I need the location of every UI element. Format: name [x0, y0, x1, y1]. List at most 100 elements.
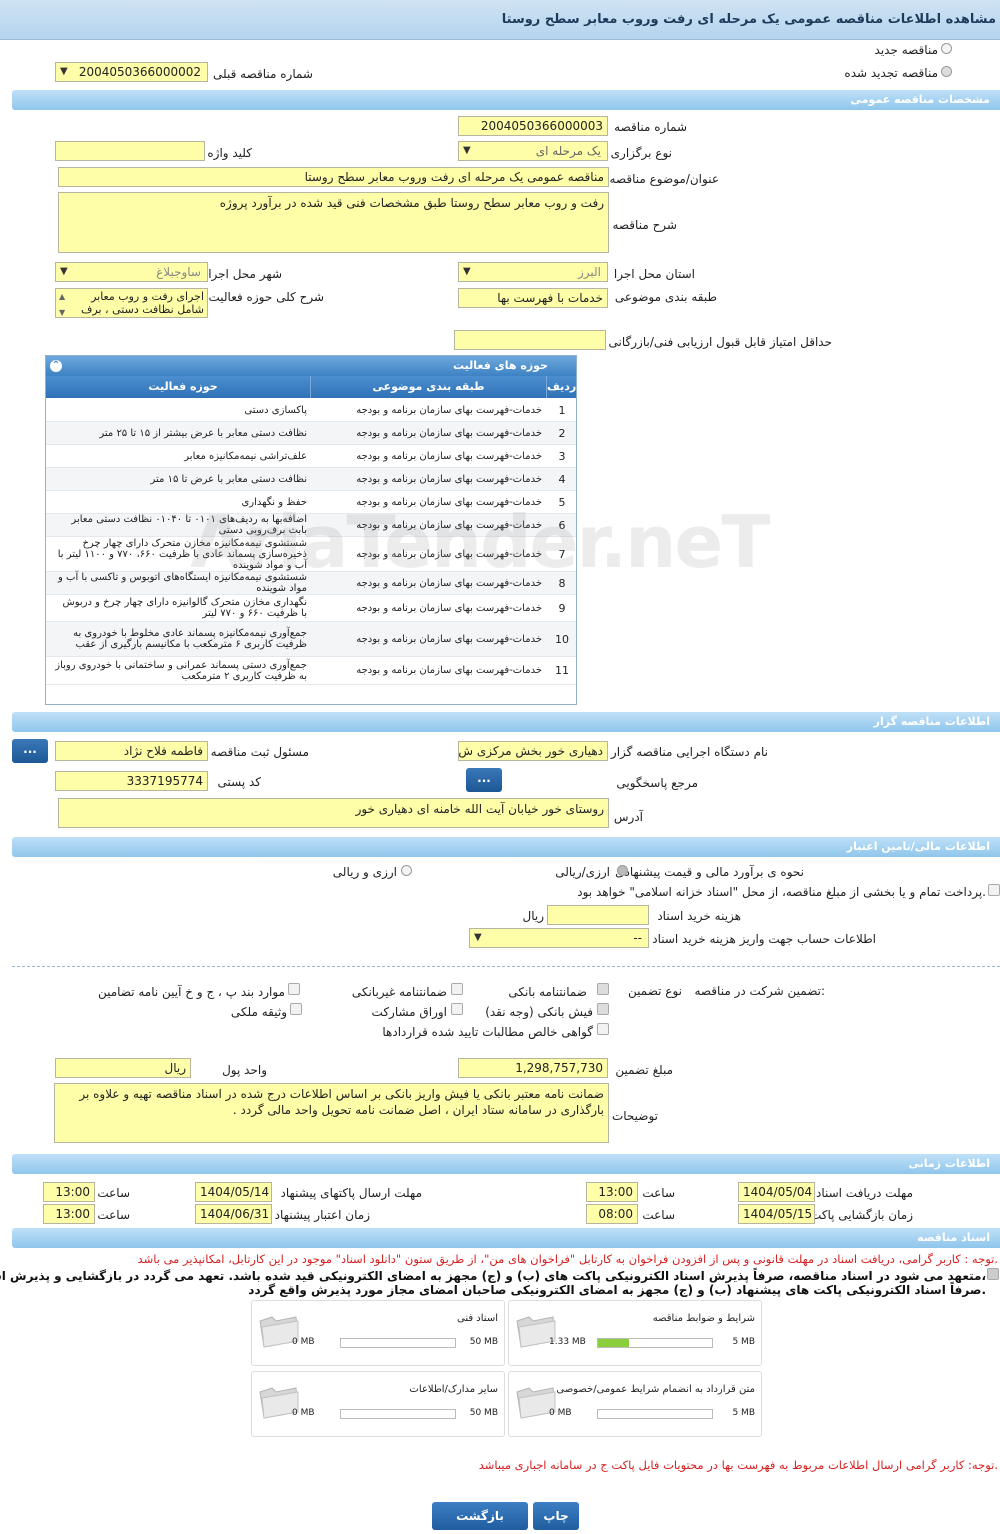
- table-row[interactable]: 10 خدمات-فهرست بهای سازمان برنامه و بودجه…: [46, 622, 576, 657]
- row-category: خدمات-فهرست بهای سازمان برنامه و بودجه: [356, 633, 542, 645]
- notes-label: توضیحات: [611, 1109, 658, 1123]
- regulation-items-label: موارد بند پ ، ج و خ آیین نامه تضامین: [97, 985, 285, 999]
- back-button[interactable]: بازگشت: [432, 1502, 528, 1530]
- watermark: AriaTender.neT: [190, 500, 770, 584]
- row-index: 11: [555, 664, 569, 677]
- city-select[interactable]: ساوجبلاغ ▼: [55, 262, 208, 282]
- file-title: سایر مدارک/اطلاعات: [409, 1384, 498, 1395]
- ref-label: مرجع پاسخگویی: [616, 776, 698, 790]
- address-label: آدرس: [613, 810, 643, 824]
- send-date[interactable]: 1404/05/14: [195, 1182, 272, 1202]
- type-select[interactable]: یک مرحله ای ▼: [458, 141, 608, 161]
- claims-certificate-checkbox[interactable]: [597, 1023, 609, 1035]
- row-category: خدمات-فهرست بهای سازمان برنامه و بودجه: [356, 404, 542, 416]
- file-used: 0 MB: [549, 1408, 572, 1418]
- method-rial-label: ارزی/ریالی: [555, 865, 610, 879]
- address-textarea[interactable]: روستای خور خیابان آیت الله خامنه ای دهیا…: [58, 798, 609, 828]
- province-select[interactable]: البرز ▼: [458, 262, 608, 282]
- table-row[interactable]: 11 خدمات-فهرست بهای سازمان برنامه و بودجه…: [46, 657, 576, 685]
- postal-field[interactable]: 3337195774: [55, 771, 208, 791]
- subject-field[interactable]: مناقصه عمومی یک مرحله ای رفت وروب معابر …: [58, 167, 609, 187]
- org-field[interactable]: دهیاری خور بخش مرکزی ش: [458, 741, 608, 761]
- file-card[interactable]: شرایط و ضوابط مناقصه 5 MB 1.33 MB: [508, 1300, 762, 1366]
- bank-guarantee-checkbox[interactable]: [597, 983, 609, 995]
- resp-label: مسئول ثبت مناقصه: [210, 745, 309, 759]
- currency-label: واحد پول: [222, 1063, 267, 1077]
- method-fx-label: ارزی و ریالی: [332, 865, 397, 879]
- chevron-down-icon: ▼: [463, 145, 471, 156]
- send-label: مهلت ارسال پاکتهای پیشنهاد: [280, 1186, 422, 1200]
- commit-checkbox[interactable]: [987, 1268, 999, 1280]
- bank-guarantee-label: ضمانتنامه بانکی: [508, 985, 587, 999]
- bank-receipt-checkbox[interactable]: [597, 1003, 609, 1015]
- collapse-icon[interactable]: ⌃: [50, 360, 62, 372]
- amount-field[interactable]: 1,298,757,730: [458, 1058, 608, 1078]
- property-checkbox[interactable]: [290, 1003, 302, 1015]
- receive-time[interactable]: 13:00: [586, 1182, 638, 1202]
- section-docs: اسناد مناقصه: [12, 1228, 1000, 1248]
- scroll-down-icon[interactable]: ▼: [59, 306, 65, 317]
- table-row[interactable]: 1 خدمات-فهرست بهای سازمان برنامه و بودجه پ…: [46, 399, 576, 422]
- min-score-field[interactable]: [454, 330, 606, 350]
- doc-fee-field[interactable]: [547, 905, 649, 925]
- commit-text-1: متعهد می شود در اسناد مناقصه، صرفاً پذیر…: [0, 1269, 986, 1283]
- file-max: 5 MB: [732, 1408, 755, 1418]
- open-time-label: ساعت: [642, 1208, 675, 1222]
- new-tender-radio[interactable]: [941, 43, 952, 54]
- table-row[interactable]: 9 خدمات-فهرست بهای سازمان برنامه و بودجه ن…: [46, 595, 576, 622]
- print-button[interactable]: چاپ: [533, 1502, 579, 1530]
- bank-receipt-label: فیش بانکی (وجه نقد): [485, 1005, 593, 1019]
- table-row[interactable]: 3 خدمات-فهرست بهای سازمان برنامه و بودجه ع…: [46, 445, 576, 468]
- tender-number-field[interactable]: 2004050366000003: [458, 116, 608, 136]
- col-idx[interactable]: ردیف: [546, 376, 576, 398]
- guarantee-title: تضمین شرکت در مناقصه:: [694, 984, 825, 998]
- method-fx-radio[interactable]: [401, 865, 412, 876]
- prev-number-select[interactable]: 2004050366000002 ▼: [55, 62, 208, 82]
- regulation-items-checkbox[interactable]: [288, 983, 300, 995]
- row-activity: پاکسازی دستی: [244, 404, 307, 416]
- resp-field[interactable]: فاطمه فلاح نژاد: [55, 741, 208, 761]
- valid-time[interactable]: 13:00: [43, 1204, 95, 1224]
- open-date[interactable]: 1404/05/15: [738, 1204, 815, 1224]
- receive-date[interactable]: 1404/05/04: [738, 1182, 815, 1202]
- file-max: 5 MB: [732, 1337, 755, 1347]
- chevron-down-icon: ▼: [60, 266, 68, 277]
- row-category: خدمات-فهرست بهای سازمان برنامه و بودجه: [356, 602, 542, 614]
- file-card[interactable]: سایر مدارک/اطلاعات 50 MB 0 MB: [251, 1371, 505, 1437]
- file-card[interactable]: متن قرارداد به انضمام شرایط عمومی/خصوصی 5…: [508, 1371, 762, 1437]
- resp-lookup-button[interactable]: ...: [12, 739, 48, 763]
- table-row[interactable]: 4 خدمات-فهرست بهای سازمان برنامه و بودجه ن…: [46, 468, 576, 491]
- bonds-checkbox[interactable]: [451, 1003, 463, 1015]
- currency-field[interactable]: ریال: [55, 1058, 191, 1078]
- send-time[interactable]: 13:00: [43, 1182, 95, 1202]
- table-row[interactable]: 2 خدمات-فهرست بهای سازمان برنامه و بودجه ن…: [46, 422, 576, 445]
- treasury-checkbox[interactable]: [988, 884, 1000, 896]
- chevron-down-icon: ▼: [60, 66, 68, 77]
- city-label: شهر محل اجرا: [208, 267, 282, 281]
- keyword-field[interactable]: [55, 141, 205, 161]
- open-time[interactable]: 08:00: [586, 1204, 638, 1224]
- nonbank-guarantee-checkbox[interactable]: [451, 983, 463, 995]
- account-select[interactable]: -- ▼: [469, 928, 649, 948]
- doc-fee-unit: ریال: [522, 909, 544, 923]
- category-field[interactable]: خدمات با فهرست بها: [458, 288, 608, 308]
- col-category[interactable]: طبقه بندی موضوعی: [310, 376, 546, 398]
- file-card[interactable]: اسناد فنی 50 MB 0 MB: [251, 1300, 505, 1366]
- file-max: 50 MB: [469, 1337, 498, 1347]
- valid-date[interactable]: 1404/06/31: [195, 1204, 272, 1224]
- method-rial-radio[interactable]: [617, 865, 628, 876]
- desc-textarea[interactable]: رفت و روب معابر سطح روستا طبق مشخصات فنی…: [58, 192, 609, 253]
- renewed-tender-radio[interactable]: [941, 66, 952, 77]
- scroll-up-icon[interactable]: ▲: [59, 290, 65, 303]
- commit-text-2: صرفاً اسناد الکترونیکی پاکت های پیشنهاد …: [248, 1283, 986, 1297]
- col-activity[interactable]: حوزه فعالیت: [55, 376, 310, 398]
- activity-desc-textarea[interactable]: اجرای رفت و روب معابر شامل نظافت دستی ، …: [55, 288, 208, 318]
- prev-number-label: شماره مناقصه قبلی: [213, 67, 313, 81]
- nonbank-guarantee-label: ضمانتنامه غیربانکی: [351, 985, 447, 999]
- file-max: 50 MB: [469, 1408, 498, 1418]
- ref-lookup-button[interactable]: ...: [466, 768, 502, 792]
- receive-time-label: ساعت: [642, 1186, 675, 1200]
- notes-textarea[interactable]: ضمانت نامه معتبر بانکی یا فیش واریز بانک…: [54, 1083, 609, 1143]
- tender-number-label: شماره مناقصه: [614, 120, 687, 134]
- file-used: 0 MB: [292, 1337, 315, 1347]
